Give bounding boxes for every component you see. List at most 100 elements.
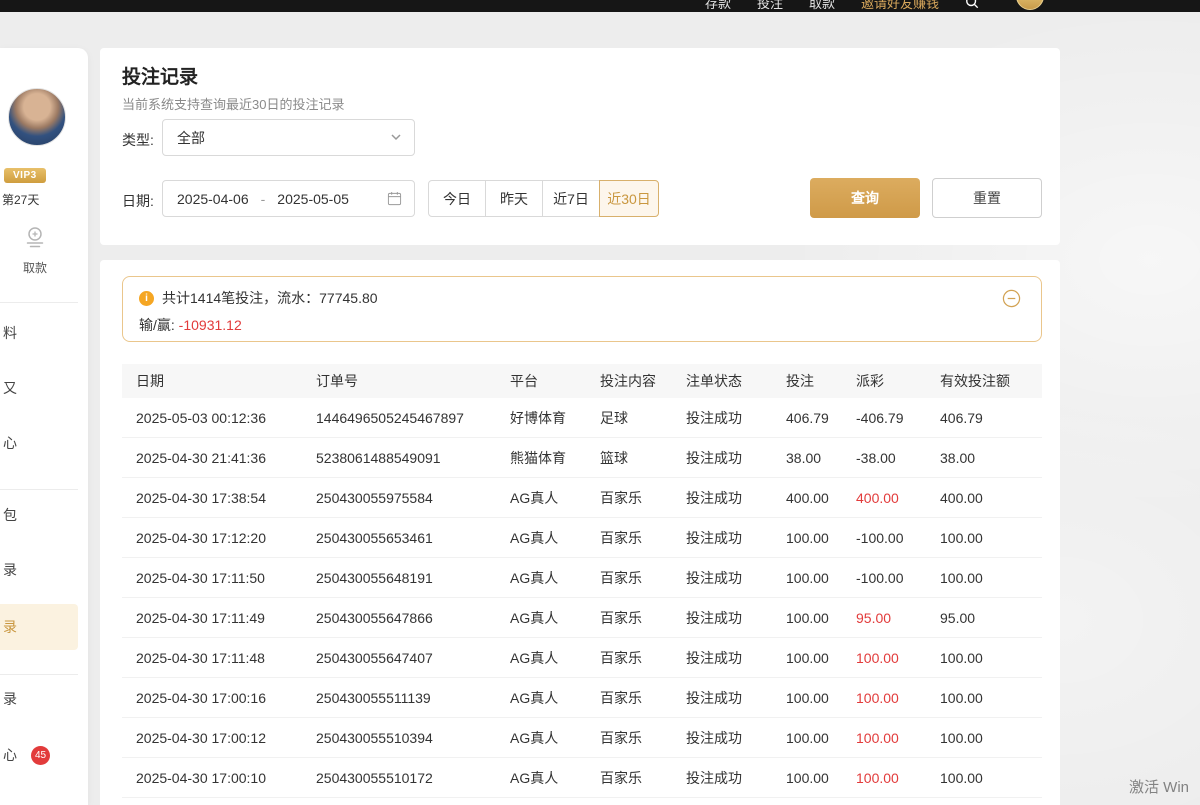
cell-order: 250430055647407 — [316, 650, 510, 666]
cell-bet: 400.00 — [786, 490, 856, 506]
sidebar-divider — [0, 674, 78, 675]
table-row: 2025-04-30 17:11:50250430055648191AG真人百家… — [122, 558, 1042, 598]
cell-bet: 406.79 — [786, 410, 856, 426]
cell-content: 足球 — [600, 408, 686, 428]
cell-platform: AG真人 — [510, 688, 600, 708]
table-row: 2025-04-30 17:38:54250430055975584AG真人百家… — [122, 478, 1042, 518]
sidebar-item[interactable]: 料 — [0, 313, 78, 353]
winloss-value: -10931.12 — [179, 317, 242, 333]
cell-date: 2025-04-30 17:11:49 — [122, 610, 316, 626]
cell-date: 2025-04-30 17:38:54 — [122, 490, 316, 506]
cell-content: 百家乐 — [600, 648, 686, 668]
cell-platform: 好博体育 — [510, 408, 600, 428]
table-header-cell: 投注内容 — [600, 371, 686, 391]
sidebar-item-label: 料 — [3, 323, 17, 343]
vip-badge: VIP3 — [4, 168, 46, 183]
sidebar-item[interactable]: 包 — [0, 495, 78, 535]
date-start: 2025-04-06 — [177, 191, 249, 207]
cell-order: 1446496505245467897 — [316, 410, 510, 426]
cell-bet: 100.00 — [786, 770, 856, 786]
date-label: 日期: — [122, 191, 154, 211]
cell-date: 2025-04-30 17:00:16 — [122, 690, 316, 706]
sidebar-item[interactable]: 心 — [0, 423, 78, 463]
cell-status: 投注成功 — [686, 648, 786, 668]
top-navbar: 存款 投注 取款 邀请好友赚钱 — [0, 0, 1200, 12]
date-separator: - — [261, 191, 266, 207]
table-header-cell: 有效投注额 — [940, 371, 1042, 391]
filter-panel: 投注记录 当前系统支持查询最近30日的投注记录 类型: 全部 日期: 2025-… — [100, 48, 1060, 245]
type-select-value: 全部 — [177, 128, 205, 148]
cell-valid: 95.00 — [940, 610, 1042, 626]
records-panel: i 共计1414笔投注，流水：77745.80 输/赢: -10931.12 日… — [100, 260, 1060, 805]
table-header: 日期订单号平台投注内容注单状态投注派彩有效投注额 — [122, 364, 1042, 398]
query-button[interactable]: 查询 — [810, 178, 920, 218]
table-row: 2025-04-30 21:41:365238061488549091熊猫体育篮… — [122, 438, 1042, 478]
topbar-avatar[interactable] — [1016, 0, 1044, 10]
sidebar-item-label: 录 — [3, 560, 17, 580]
date-range-picker[interactable]: 2025-04-06 - 2025-05-05 — [162, 180, 415, 217]
cell-platform: AG真人 — [510, 568, 600, 588]
cell-payout: 100.00 — [856, 770, 940, 786]
cell-payout: 400.00 — [856, 490, 940, 506]
table-row: 2025-04-30 17:00:16250430055511139AG真人百家… — [122, 678, 1042, 718]
calendar-icon — [387, 191, 402, 206]
cell-valid: 100.00 — [940, 690, 1042, 706]
cell-content: 百家乐 — [600, 488, 686, 508]
cell-payout: 100.00 — [856, 690, 940, 706]
info-icon: i — [139, 291, 154, 306]
table-row: 2025-04-30 17:00:10250430055510172AG真人百家… — [122, 758, 1042, 798]
sidebar-item[interactable]: 录 — [0, 679, 78, 719]
sidebar-item[interactable]: 录 — [0, 604, 78, 650]
quick-date-button[interactable]: 昨天 — [485, 180, 543, 217]
topbar-nav-item[interactable]: 取款 — [809, 0, 835, 12]
cell-date: 2025-04-30 17:12:20 — [122, 530, 316, 546]
cell-order: 250430055648191 — [316, 570, 510, 586]
cell-valid: 38.00 — [940, 450, 1042, 466]
quick-date-button[interactable]: 近7日 — [542, 180, 600, 217]
cell-bet: 38.00 — [786, 450, 856, 466]
withdraw-label: 取款 — [0, 259, 70, 276]
sidebar-item-label: 又 — [3, 378, 17, 398]
summary-totals-text: 共计1414笔投注，流水：77745.80 — [162, 288, 378, 308]
cell-order: 250430055510172 — [316, 770, 510, 786]
sidebar-item-label: 心 — [3, 745, 17, 765]
quick-date-buttons: 今日昨天近7日近30日 — [428, 180, 659, 217]
table-header-cell: 投注 — [786, 371, 856, 391]
table-header-cell: 订单号 — [316, 371, 510, 391]
quick-date-button[interactable]: 今日 — [428, 180, 486, 217]
cell-bet: 100.00 — [786, 650, 856, 666]
cell-status: 投注成功 — [686, 608, 786, 628]
cell-valid: 100.00 — [940, 770, 1042, 786]
page-subtitle: 当前系统支持查询最近30日的投注记录 — [122, 94, 344, 113]
cell-platform: AG真人 — [510, 648, 600, 668]
cell-platform: 熊猫体育 — [510, 448, 600, 468]
cell-platform: AG真人 — [510, 768, 600, 788]
cell-valid: 100.00 — [940, 530, 1042, 546]
topbar-promo-link[interactable]: 邀请好友赚钱 — [861, 0, 939, 12]
cell-order: 250430055647866 — [316, 610, 510, 626]
withdraw-quick-action[interactable]: 取款 — [0, 224, 70, 276]
sidebar-item[interactable]: 录 — [0, 550, 78, 590]
winloss-label: 输/赢: — [139, 317, 175, 333]
cell-date: 2025-04-30 17:00:12 — [122, 730, 316, 746]
reset-button[interactable]: 重置 — [932, 178, 1042, 218]
quick-date-button[interactable]: 近30日 — [599, 180, 659, 217]
search-icon[interactable] — [965, 0, 979, 9]
cell-content: 百家乐 — [600, 688, 686, 708]
type-select[interactable]: 全部 — [162, 119, 415, 156]
type-label: 类型: — [122, 130, 154, 150]
collapse-minus-icon[interactable] — [1002, 289, 1021, 308]
user-avatar[interactable] — [8, 88, 66, 146]
cell-content: 篮球 — [600, 448, 686, 468]
cell-order: 250430055975584 — [316, 490, 510, 506]
cell-platform: AG真人 — [510, 608, 600, 628]
topbar-nav-item[interactable]: 投注 — [757, 0, 783, 12]
sidebar-item[interactable]: 心45 — [0, 735, 78, 775]
cell-status: 投注成功 — [686, 488, 786, 508]
cell-bet: 100.00 — [786, 690, 856, 706]
cell-status: 投注成功 — [686, 528, 786, 548]
sidebar-item-label: 录 — [3, 689, 17, 709]
topbar-nav-item[interactable]: 存款 — [705, 0, 731, 12]
sidebar-item-label: 包 — [3, 505, 17, 525]
sidebar-item[interactable]: 又 — [0, 368, 78, 408]
